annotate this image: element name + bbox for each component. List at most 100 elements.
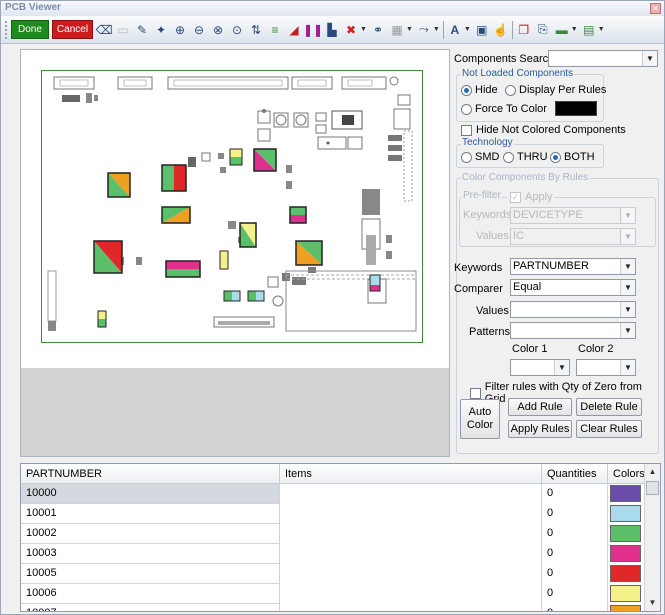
grid-icon[interactable]: ▦ — [389, 22, 405, 38]
chevron-down-icon[interactable]: ▼ — [620, 360, 635, 375]
zoom-in-icon[interactable]: ⊕ — [172, 22, 188, 38]
export-dropdown-icon[interactable]: ▼ — [571, 26, 578, 33]
apply-rules-button[interactable]: Apply Rules — [508, 420, 572, 438]
cancel-button[interactable]: Cancel — [51, 20, 94, 39]
display-per-rules-radio[interactable]: Display Per Rules — [505, 84, 606, 96]
hide-radio[interactable]: Hide — [461, 84, 498, 96]
column-header-colors[interactable]: Colors — [608, 464, 645, 484]
components-icon[interactable]: ❚❚ — [303, 22, 323, 38]
grid-scrollbar[interactable]: ▲ ▼ — [644, 464, 660, 611]
table-row[interactable]: 10003 0 — [21, 544, 645, 564]
cell-partnumber[interactable]: 10001 — [21, 504, 280, 524]
cell-items[interactable] — [280, 604, 542, 611]
color-swatch[interactable] — [610, 525, 641, 542]
column-header-partnumber[interactable]: PARTNUMBER — [21, 464, 280, 484]
close-window-button[interactable]: ✕ — [650, 3, 661, 14]
keywords-combo[interactable]: PARTNUMBER ▼ — [510, 258, 636, 275]
font-icon[interactable]: A — [447, 22, 463, 38]
thru-radio[interactable]: THRU — [503, 151, 548, 163]
chart-icon[interactable]: ▙ — [324, 22, 340, 38]
delete-dropdown-icon[interactable]: ▼ — [360, 26, 367, 33]
clear-rules-button[interactable]: Clear Rules — [576, 420, 642, 438]
cell-quantity[interactable]: 0 — [542, 544, 608, 564]
cell-items[interactable] — [280, 504, 542, 524]
column-header-items[interactable]: Items — [280, 464, 542, 484]
pcb-canvas[interactable] — [20, 49, 450, 457]
values-combo[interactable]: ▼ — [510, 301, 636, 318]
export-icon[interactable]: ▬ — [554, 22, 570, 38]
route-icon[interactable]: ⤳ — [416, 22, 432, 38]
table-row[interactable]: 10000 0 — [21, 484, 645, 504]
color-swatch[interactable] — [610, 605, 641, 611]
copy-color-icon[interactable]: ❐ — [516, 22, 532, 38]
chevron-down-icon[interactable]: ▼ — [620, 229, 635, 244]
cell-quantity[interactable]: 0 — [542, 504, 608, 524]
cell-partnumber[interactable]: 10005 — [21, 564, 280, 584]
cell-items[interactable] — [280, 564, 542, 584]
cell-items[interactable] — [280, 524, 542, 544]
chevron-down-icon[interactable]: ▼ — [620, 208, 635, 223]
color2-combo[interactable]: ▼ — [576, 359, 636, 376]
add-rule-button[interactable]: Add Rule — [508, 398, 572, 416]
color-swatch[interactable] — [610, 505, 641, 522]
chevron-down-icon[interactable]: ▼ — [620, 323, 635, 338]
comparer-combo[interactable]: Equal ▼ — [510, 279, 636, 296]
toolbar-grip[interactable] — [5, 20, 8, 39]
cell-quantity[interactable]: 0 — [542, 604, 608, 611]
color-swatch[interactable] — [610, 565, 641, 582]
color-swatch[interactable] — [610, 585, 641, 602]
done-button[interactable]: Done — [11, 20, 49, 39]
table-row[interactable]: 10007 0 — [21, 604, 645, 611]
link-icon[interactable]: ⚭ — [370, 22, 386, 38]
table-row[interactable]: 10002 0 — [21, 524, 645, 544]
force-to-color-radio[interactable]: Force To Color — [461, 103, 547, 115]
cell-quantity[interactable]: 0 — [542, 564, 608, 584]
chevron-down-icon[interactable]: ▼ — [620, 259, 635, 274]
cell-partnumber[interactable]: 10003 — [21, 544, 280, 564]
font-dropdown-icon[interactable]: ▼ — [464, 26, 471, 33]
color-swatch[interactable] — [610, 485, 641, 502]
route-dropdown-icon[interactable]: ▼ — [433, 26, 440, 33]
column-header-quantities[interactable]: Quantities — [542, 464, 608, 484]
zoom-fit-icon[interactable]: ⊙ — [229, 22, 245, 38]
table-row[interactable]: 10006 0 — [21, 584, 645, 604]
delete-icon[interactable]: ✖ — [343, 22, 359, 38]
cell-color[interactable] — [608, 484, 645, 504]
cell-quantity[interactable]: 0 — [542, 484, 608, 504]
scroll-up-icon[interactable]: ▲ — [645, 464, 660, 480]
chevron-down-icon[interactable]: ▼ — [620, 302, 635, 317]
flip-icon[interactable]: ⇅ — [248, 22, 264, 38]
force-color-swatch[interactable] — [555, 101, 597, 116]
prefilter-apply-checkbox[interactable]: ✓ Apply — [508, 191, 555, 203]
chevron-down-icon[interactable]: ▼ — [620, 280, 635, 295]
cell-color[interactable] — [608, 584, 645, 604]
chevron-down-icon[interactable]: ▼ — [554, 360, 569, 375]
grid-dropdown-icon[interactable]: ▼ — [406, 26, 413, 33]
cell-color[interactable] — [608, 504, 645, 524]
both-radio[interactable]: BOTH — [550, 151, 595, 163]
wand-icon[interactable]: ✦ — [153, 22, 169, 38]
scroll-down-icon[interactable]: ▼ — [645, 595, 660, 611]
cell-items[interactable] — [280, 484, 542, 504]
cell-partnumber[interactable]: 10000 — [21, 484, 280, 504]
cell-items[interactable] — [280, 544, 542, 564]
zoom-window-icon[interactable]: ⊗ — [210, 22, 226, 38]
select-icon[interactable]: ▭ — [115, 22, 131, 38]
save-dropdown-icon[interactable]: ▼ — [598, 26, 605, 33]
color1-combo[interactable]: ▼ — [510, 359, 570, 376]
cell-color[interactable] — [608, 524, 645, 544]
delete-rule-button[interactable]: Delete Rule — [576, 398, 642, 416]
save-icon[interactable]: ▤ — [581, 22, 597, 38]
auto-color-button[interactable]: Auto Color — [460, 399, 500, 439]
scroll-thumb[interactable] — [646, 481, 659, 495]
prefilter-values-combo[interactable]: IC ▼ — [510, 228, 636, 245]
image-icon[interactable]: ▣ — [474, 22, 490, 38]
cell-quantity[interactable]: 0 — [542, 524, 608, 544]
cell-partnumber[interactable]: 10006 — [21, 584, 280, 604]
paste-icon[interactable]: ⎘ — [535, 22, 551, 38]
pcb-board[interactable] — [41, 70, 423, 343]
cell-color[interactable] — [608, 604, 645, 611]
patterns-combo[interactable]: ▼ — [510, 322, 636, 339]
hide-not-colored-checkbox[interactable]: Hide Not Colored Components — [461, 124, 626, 136]
zoom-out-icon[interactable]: ⊖ — [191, 22, 207, 38]
